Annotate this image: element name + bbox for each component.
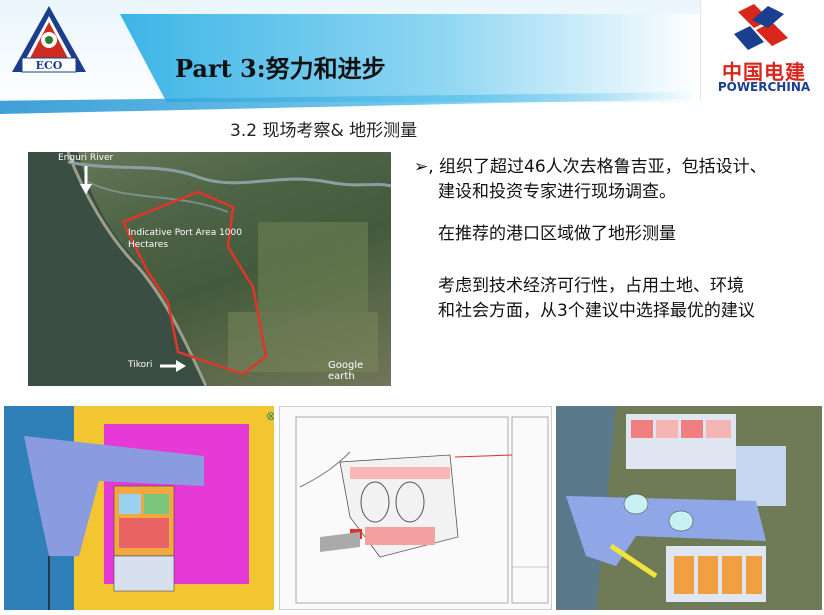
port-layout-plan-1: ⊗ — [4, 406, 274, 610]
satellite-map: Enguri River Indicative Port Area 1000 H… — [28, 152, 391, 386]
bullet-line-2: 建设和投资专家进行现场调查。 — [438, 182, 676, 202]
bullet-line-1: ➢, 组织了超过46人次去格鲁吉亚，包括设计、 — [414, 157, 767, 177]
plan-3-drawing — [556, 406, 786, 610]
plan-2-drawing — [295, 416, 549, 604]
plan-1-drawing: ⊗ — [4, 406, 274, 610]
satellite-map-drawing — [28, 152, 391, 386]
google-earth-watermark: Google earth — [328, 360, 364, 382]
compass-icon: ⊗ — [266, 409, 274, 423]
page-title: Part 3:努力和进步 — [175, 54, 386, 83]
powerchina-name-en: POWERCHINA — [717, 80, 811, 94]
powerchina-logo-icon — [734, 4, 788, 50]
eco-logo-text: ECO — [36, 59, 63, 72]
bullet-line-3: 在推荐的港口区域做了地形测量 — [438, 224, 676, 244]
section-subtitle: 3.2 现场考察& 地形测量 — [230, 121, 418, 141]
port-layout-plan-2 — [279, 406, 552, 610]
port-area-label: Indicative Port Area 1000 — [128, 228, 242, 238]
river-label: Enguri River — [58, 153, 114, 163]
bullet-line-5: 和社会方面，从3个建议中选择最优的建议 — [438, 301, 755, 321]
tikori-label: Tikori — [128, 360, 153, 370]
bullet-line-4: 考虑到技术经济可行性，占用土地、环境 — [438, 276, 744, 296]
port-layout-plan-3 — [556, 406, 822, 610]
port-area-sublabel: Hectares — [128, 240, 169, 250]
eco-logo: ECO — [12, 6, 86, 73]
